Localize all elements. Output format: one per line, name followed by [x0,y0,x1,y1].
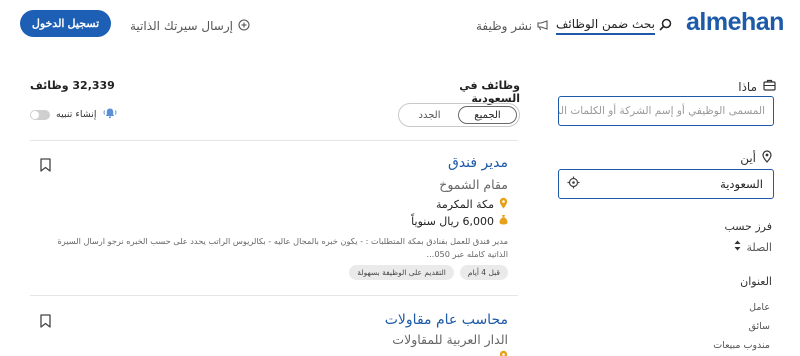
title-filter-label: العنوان [740,275,772,288]
title-filter-item[interactable]: سائق [713,317,770,336]
location-pin-icon [499,350,508,356]
where-label: أين [740,151,756,165]
search-icon [659,18,672,34]
easy-apply-badge: التقديم على الوظيفة بسهولة [349,265,454,280]
megaphone-icon [536,19,549,34]
nav-send-cv-label: إرسال سيرتك الذاتية [130,19,233,33]
sort-arrows-icon [734,240,741,254]
bookmark-icon[interactable] [40,313,51,332]
where-label-row: أين [740,150,772,166]
add-circle-icon [238,18,250,34]
sort-select[interactable]: الصلة [734,240,773,254]
what-label-row: ماذا [738,79,776,94]
sort-label: فرز حسب [724,220,772,233]
job-company: الدار العربية للمقاولات [392,332,508,347]
tab-new[interactable]: الجدد [401,106,458,124]
money-bag-icon [499,214,508,228]
job-card[interactable]: محاسب عام مقاولات الدار العربية للمقاولا… [30,296,518,356]
nav-post-label: نشر وظيفة [476,19,532,33]
what-label: ماذا [738,79,757,94]
jobs-count: 32,339 وظائف [30,79,115,92]
logo[interactable]: almehan [686,8,784,37]
title-filter-item[interactable]: عامل [713,298,770,317]
results-tabs: الجميع الجدد [398,103,520,127]
alert-toggle[interactable] [30,109,50,120]
briefcase-icon [763,79,776,94]
job-chips: قبل 4 أيام التقديم على الوظيفة بسهولة [349,265,508,280]
job-card[interactable]: مدير فندق مقام الشموخ مكة المكرمة 6,000 … [30,141,518,295]
job-company: مقام الشموخ [439,177,508,192]
crosshair-icon[interactable] [567,176,580,192]
job-title[interactable]: محاسب عام مقاولات [385,312,508,328]
nav-search-jobs[interactable]: بحث ضمن الوظائف [556,15,672,37]
tab-all[interactable]: الجميع [458,106,517,124]
login-button[interactable]: تسجيل الدخول [20,10,111,37]
job-description: مدير فندق للعمل بفنادق بمكة المتطلبات : … [57,236,508,259]
where-value: السعودية [720,177,763,191]
bell-icon [102,107,118,122]
header: almehan بحث ضمن الوظائف نشر وظيفة إرسال … [0,0,800,48]
nav-send-cv[interactable]: إرسال سيرتك الذاتية [130,15,250,37]
what-search-input[interactable]: المسمى الوظيفي أو إسم الشركة أو الكلمات … [558,96,774,126]
location-pin-icon [499,197,508,212]
job-title[interactable]: مدير فندق [448,155,508,171]
nav-post-job[interactable]: نشر وظيفة [476,15,549,37]
bookmark-icon[interactable] [40,157,51,176]
title-filter-list: عامل سائق مندوب مبيعات [713,298,770,355]
results-region: وظائف في السعودية [459,79,520,105]
create-alert-label: إنشاء تنبيه [56,109,97,120]
sort-value: الصلة [746,240,773,254]
job-salary: 6,000 ريال سنوياً [411,214,508,228]
job-salary-text: 6,000 ريال سنوياً [411,214,494,228]
nav-search-label: بحث ضمن الوظائف [556,17,655,35]
location-pin-icon [762,150,772,166]
title-filter-item[interactable]: مندوب مبيعات [713,336,770,355]
what-placeholder: المسمى الوظيفي أو إسم الشركة أو الكلمات … [558,105,765,117]
job-location-text: مكة المكرمة [435,198,494,211]
where-location-input[interactable]: السعودية [558,169,774,199]
job-location: مكة المكرمة [436,197,508,212]
posted-badge: قبل 4 أيام [459,265,508,280]
create-alert[interactable]: إنشاء تنبيه [30,107,118,122]
